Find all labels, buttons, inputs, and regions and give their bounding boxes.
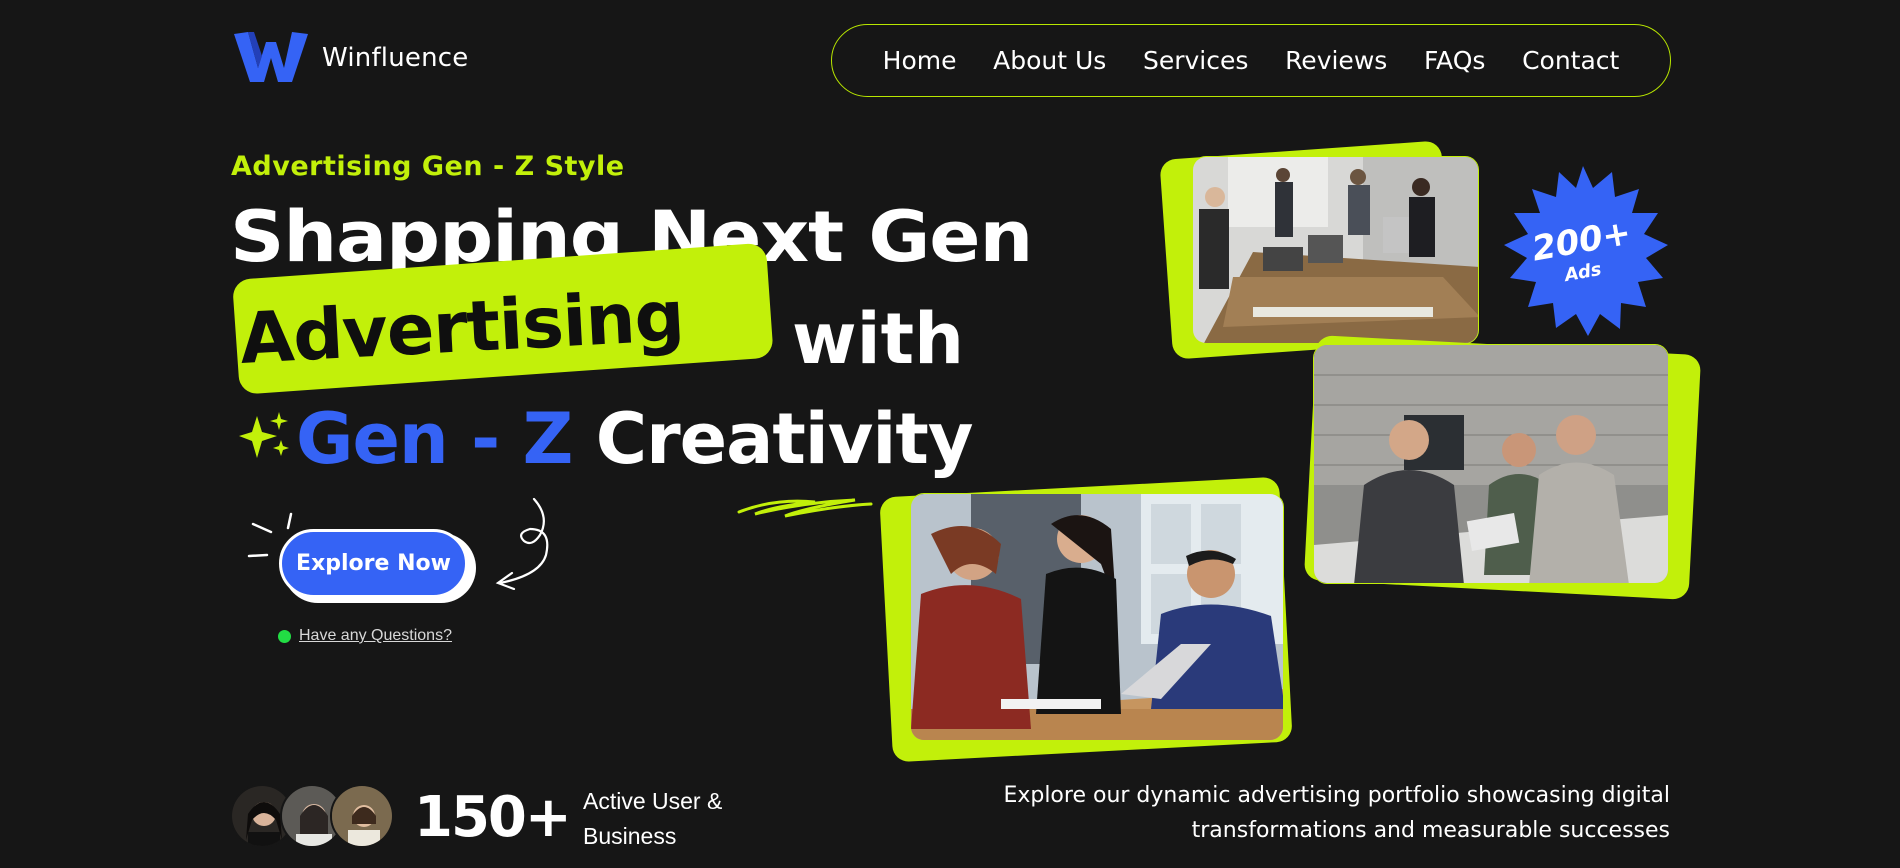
squiggle-decoration	[737, 498, 873, 518]
meeting-photo-3	[910, 493, 1284, 741]
nav-home[interactable]: Home	[883, 46, 957, 75]
nav-contact[interactable]: Contact	[1522, 46, 1619, 75]
meeting-photo-2	[1313, 344, 1669, 584]
nav-reviews[interactable]: Reviews	[1285, 46, 1387, 75]
brand-logo[interactable]: Winfluence	[232, 30, 468, 86]
brand-name: Winfluence	[322, 43, 469, 73]
stat-label: Active User & Business	[583, 788, 723, 849]
hero-gen-text: Gen -	[296, 398, 500, 480]
main-nav: Home About Us Services Reviews FAQs Cont…	[831, 24, 1671, 97]
starburst-badge: 200+ Ads	[1504, 166, 1668, 336]
questions-link-row: Have any Questions?	[278, 627, 452, 645]
hero-eyebrow: Advertising Gen - Z Style	[231, 151, 625, 182]
portfolio-description: Explore our dynamic advertising portfoli…	[1003, 783, 1670, 843]
hero-creativity-text: Creativity	[595, 398, 974, 480]
nav-faqs[interactable]: FAQs	[1424, 46, 1485, 75]
nav-services[interactable]: Services	[1143, 46, 1248, 75]
curly-arrow-icon	[495, 497, 549, 590]
status-dot	[278, 629, 291, 643]
hero-title-line3: Gen - Z Creativity	[296, 398, 973, 480]
have-questions-link[interactable]: Have any Questions?	[299, 627, 452, 645]
explore-now-button[interactable]: Explore Now	[279, 529, 468, 598]
hero-title-line2-rest: with	[792, 298, 964, 380]
meeting-photo-1	[1192, 156, 1479, 344]
meeting-image-3	[911, 494, 1283, 740]
meeting-image-2	[1314, 345, 1668, 583]
sparkle-icon	[239, 412, 289, 458]
user-avatars	[230, 784, 394, 848]
meeting-image-1	[1193, 157, 1478, 343]
avatar	[330, 784, 394, 848]
nav-about-us[interactable]: About Us	[993, 46, 1106, 75]
logo-w-icon	[234, 32, 308, 82]
stat-count: 150+	[414, 785, 572, 850]
hero-z-text: Z	[522, 398, 574, 480]
